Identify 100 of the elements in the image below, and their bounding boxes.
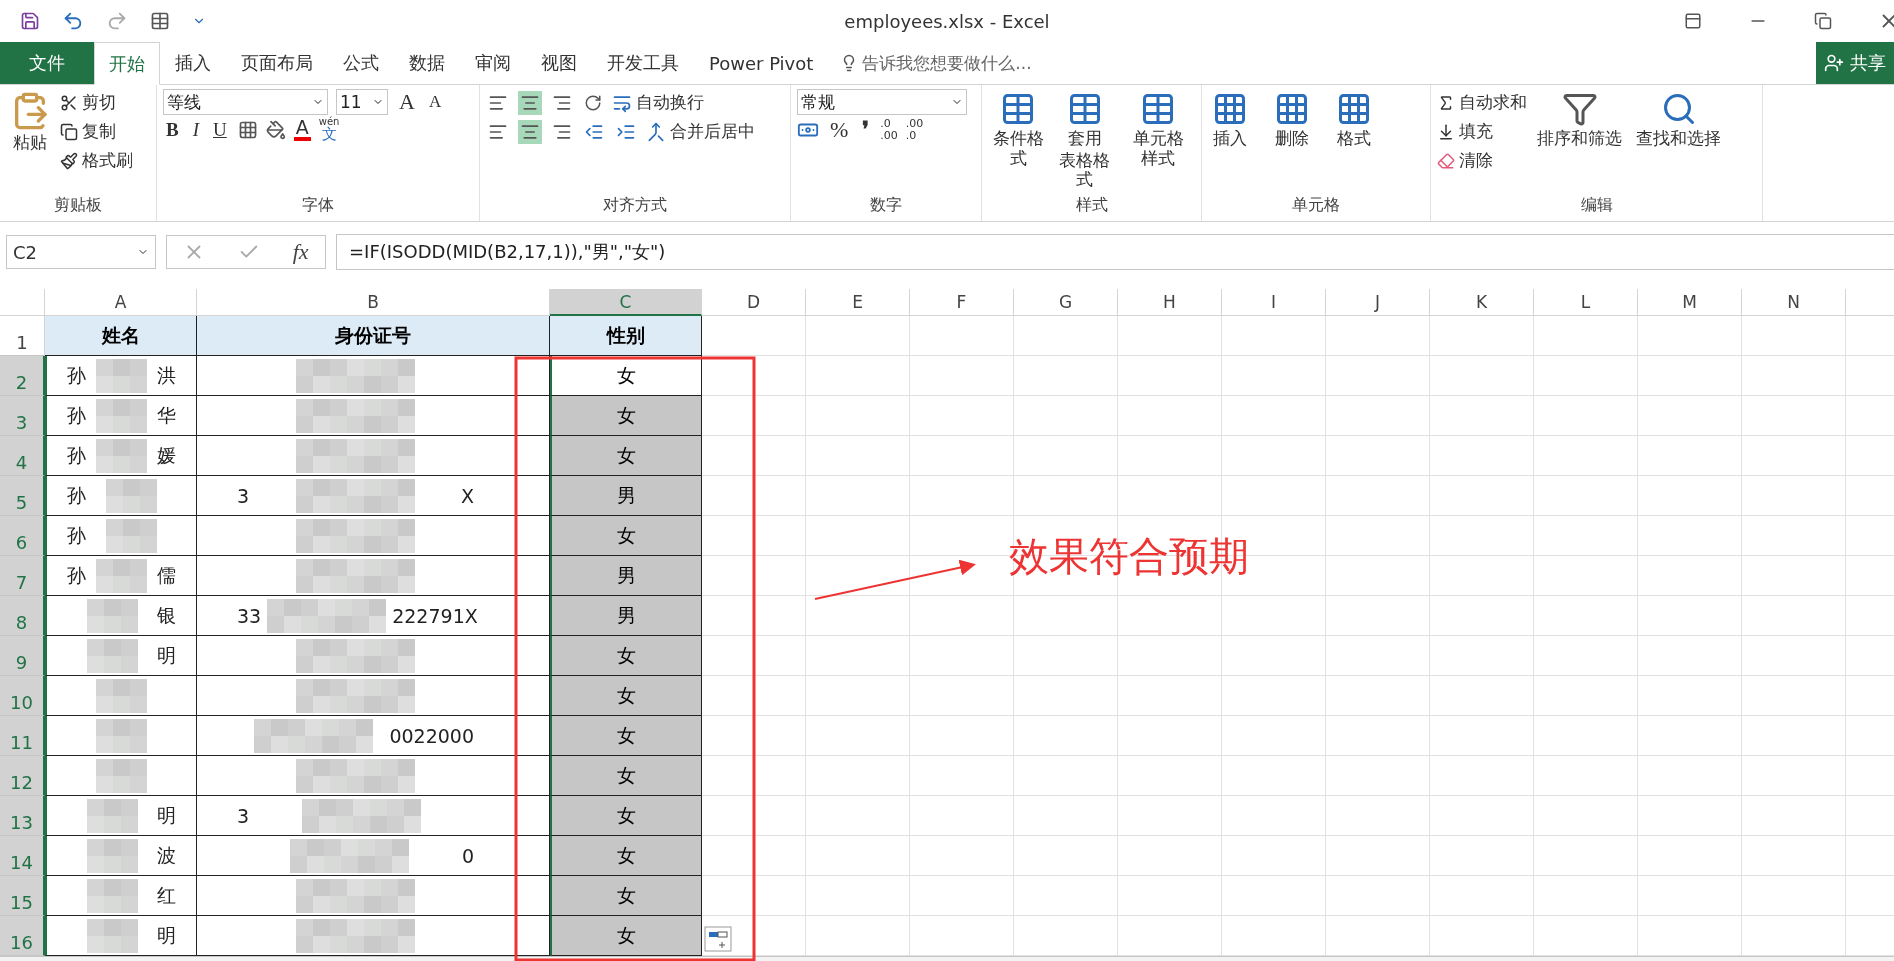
table-cell[interactable]: 女 xyxy=(550,796,702,836)
middle-align-icon[interactable] xyxy=(518,90,542,115)
increase-decimal-button[interactable]: .0 .00 xyxy=(880,117,898,143)
table-cell[interactable]: 女 xyxy=(550,356,702,396)
quick-analysis-icon[interactable] xyxy=(704,926,732,952)
column-header[interactable]: E xyxy=(806,289,910,316)
clipboard-button[interactable]: 剪切 xyxy=(60,89,133,116)
id-fragment: 0 xyxy=(461,844,474,867)
row-header[interactable]: 15 xyxy=(0,876,45,916)
table-cell[interactable]: 女 xyxy=(550,396,702,436)
column-header[interactable]: L xyxy=(1534,289,1638,316)
share-button[interactable]: 共享 xyxy=(1816,42,1894,84)
editing-big-button[interactable]: 查找和选择 xyxy=(1632,89,1725,151)
clipboard-button[interactable]: 复制 xyxy=(60,118,133,145)
save-icon[interactable] xyxy=(20,11,40,31)
editing-big-button[interactable]: 排序和筛选 xyxy=(1533,89,1626,151)
row-header[interactable]: 5 xyxy=(0,476,45,516)
ribbon-tab[interactable]: 文件 xyxy=(0,42,94,84)
name-fragment: 孙 xyxy=(67,482,86,508)
column-header[interactable]: K xyxy=(1430,289,1534,316)
table-cell[interactable]: 女 xyxy=(550,916,702,956)
row-header[interactable]: 13 xyxy=(0,796,45,836)
editing-button[interactable]: 填充 xyxy=(1437,118,1527,145)
comma-button[interactable]: ❜ xyxy=(859,117,873,143)
column-header[interactable]: C xyxy=(550,289,702,316)
table-cell[interactable]: 男 xyxy=(550,556,702,596)
row-header[interactable]: 4 xyxy=(0,436,45,476)
wrap-text-button[interactable]: 自动换行 xyxy=(612,89,704,116)
mosaic-drawing xyxy=(96,758,147,793)
table-cell[interactable]: 女 xyxy=(550,516,702,556)
row-header[interactable]: 14 xyxy=(0,836,45,876)
merge-center-button[interactable]: 合并后居中 xyxy=(646,118,755,145)
row-header[interactable]: 8 xyxy=(0,596,45,636)
column-header[interactable]: F xyxy=(910,289,1014,316)
insert-function-button[interactable]: fx xyxy=(292,239,309,265)
cells-button[interactable]: 插入 xyxy=(1208,89,1252,151)
bold-button[interactable]: B xyxy=(163,118,182,141)
shrink-font-button[interactable]: A xyxy=(425,92,445,112)
clipboard-button[interactable]: 格式刷 xyxy=(60,147,133,174)
tell-me-field[interactable]: 告诉我您想要做什么... xyxy=(862,51,1032,75)
row-header[interactable]: 1 xyxy=(0,316,45,356)
table-cell[interactable]: 女 xyxy=(550,876,702,916)
column-header[interactable]: B xyxy=(197,289,550,316)
group-label: 对齐方式 xyxy=(602,195,668,216)
table-cell[interactable]: 女 xyxy=(550,436,702,476)
ribbon-tab[interactable]: 开始 xyxy=(94,42,160,85)
row-header[interactable]: 7 xyxy=(0,556,45,596)
name-fragment: 红 xyxy=(157,882,176,908)
id-fragment: 33 xyxy=(237,604,262,627)
paste-button[interactable]: 粘贴 xyxy=(6,89,54,155)
align-center-icon[interactable] xyxy=(518,119,542,144)
column-header[interactable]: H xyxy=(1118,289,1222,316)
table-cell[interactable]: 女 xyxy=(550,676,702,716)
undo-icon[interactable] xyxy=(62,10,84,32)
phonetic-button[interactable]: wén 文 xyxy=(318,117,340,142)
row-header[interactable]: 2 xyxy=(0,356,45,396)
formula-field[interactable]: =IF(ISODD(MID(B2,17,1)),"男","女") xyxy=(336,234,1894,270)
borders-icon[interactable] xyxy=(237,119,258,140)
row-header[interactable]: 11 xyxy=(0,716,45,756)
editing-button[interactable]: 自动求和 xyxy=(1437,89,1527,116)
row-header[interactable]: 16 xyxy=(0,916,45,956)
grow-font-button[interactable]: A xyxy=(396,89,418,115)
font-size-field[interactable]: 11 xyxy=(336,89,388,115)
column-header[interactable]: D xyxy=(702,289,806,316)
editing-button[interactable]: 清除 xyxy=(1437,147,1527,174)
cells-button[interactable]: 格式 xyxy=(1332,89,1376,151)
table-cell[interactable]: 男 xyxy=(550,596,702,636)
header-cell: 身份证号 xyxy=(197,316,550,356)
table-cell[interactable]: 女 xyxy=(550,636,702,676)
row-header[interactable]: 9 xyxy=(0,636,45,676)
column-header[interactable]: N xyxy=(1742,289,1846,316)
font-color-button[interactable]: A xyxy=(293,118,311,141)
number-format-field[interactable]: 常规 xyxy=(797,89,967,115)
percent-button[interactable]: % xyxy=(827,117,852,143)
name-fragment: 明 xyxy=(157,922,176,948)
style-button[interactable]: 条件格式 xyxy=(988,89,1049,171)
column-header[interactable]: J xyxy=(1326,289,1430,316)
table-cell[interactable]: 男 xyxy=(550,476,702,516)
row-header[interactable]: 12 xyxy=(0,756,45,796)
decrease-decimal-button[interactable]: .00 .0 xyxy=(905,117,924,143)
style-button[interactable]: 单元格样式 xyxy=(1121,89,1195,171)
column-header[interactable]: M xyxy=(1638,289,1742,316)
style-button[interactable]: 套用 表格格式 xyxy=(1054,89,1116,192)
underline-button[interactable]: U xyxy=(210,118,230,141)
column-header[interactable]: G xyxy=(1014,289,1118,316)
column-header[interactable]: A xyxy=(45,289,197,316)
row-header[interactable]: 10 xyxy=(0,676,45,716)
table-cell[interactable]: 女 xyxy=(550,836,702,876)
fill-color-icon[interactable] xyxy=(265,119,286,140)
font-name-field[interactable]: 等线 xyxy=(163,89,328,115)
cells-button[interactable]: 删除 xyxy=(1270,89,1314,151)
table-cell[interactable]: 女 xyxy=(550,716,702,756)
column-header[interactable]: I xyxy=(1222,289,1326,316)
row-header[interactable]: 6 xyxy=(0,516,45,556)
table-cell[interactable]: 女 xyxy=(550,756,702,796)
row-header[interactable]: 3 xyxy=(0,396,45,436)
id-fragment: 0022000 xyxy=(389,724,474,747)
restore-icon[interactable] xyxy=(1814,12,1832,30)
name-box[interactable]: C2 xyxy=(6,235,156,269)
italic-button[interactable]: I xyxy=(189,118,202,141)
